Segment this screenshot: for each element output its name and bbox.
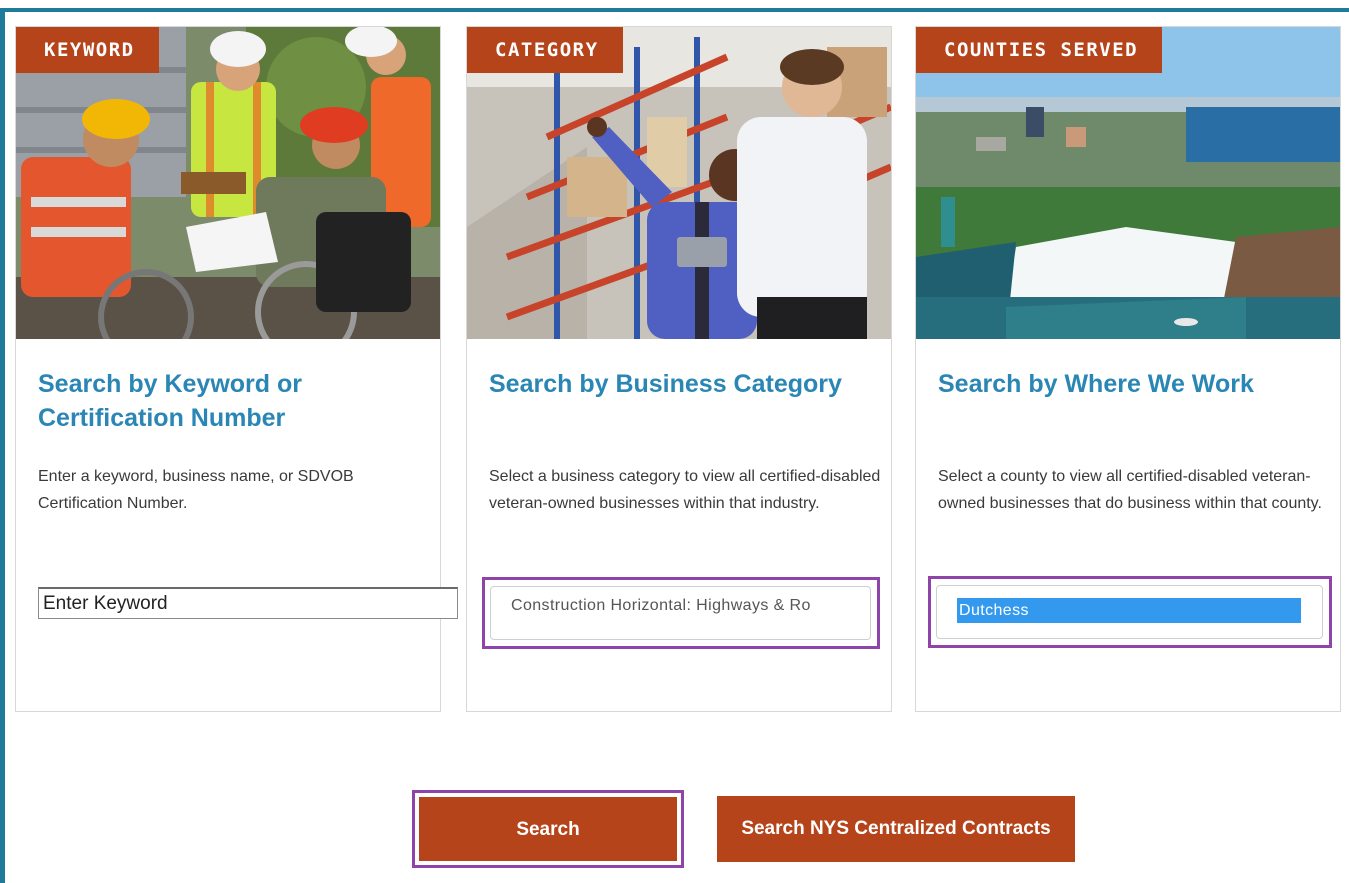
keyword-card-description: Enter a keyword, business name, or SDVOB… [38, 468, 354, 512]
counties-tag: COUNTIES SERVED [916, 27, 1163, 73]
keyword-search-input[interactable] [38, 587, 458, 619]
waterfall-image [916, 27, 1340, 339]
keyword-card-title: Search by Keyword or Certification Numbe… [38, 370, 302, 432]
counties-card-title: Search by Where We Work [938, 370, 1254, 398]
warehouse-image [467, 27, 891, 339]
counties-card: COUNTIES SERVED Search by Where We Work … [915, 26, 1341, 712]
category-card-description: Select a business category to view all c… [489, 468, 881, 512]
category-card: CATEGORY Search by Business Category Sel… [466, 26, 892, 712]
county-select[interactable]: Dutchess [936, 585, 1323, 639]
keyword-tag: KEYWORD [16, 27, 159, 73]
construction-workers-image [16, 27, 440, 339]
keyword-card: KEYWORD Search by Keyword or Certificati… [15, 26, 458, 712]
search-button[interactable]: Search [419, 797, 677, 861]
category-select[interactable]: Construction Horizontal: Highways & Ro [490, 586, 871, 640]
search-button-highlight: Search [412, 790, 684, 868]
county-select-highlight: Dutchess [928, 576, 1332, 648]
frame-top-border [0, 8, 1349, 12]
county-selected-option[interactable]: Dutchess [957, 598, 1301, 623]
category-card-title: Search by Business Category [489, 370, 842, 398]
search-centralized-contracts-button[interactable]: Search NYS Centralized Contracts [717, 796, 1075, 862]
frame-left-border [0, 8, 5, 883]
category-tag: CATEGORY [467, 27, 623, 73]
counties-card-description: Select a county to view all certified-di… [938, 468, 1322, 512]
category-select-highlight: Construction Horizontal: Highways & Ro [482, 577, 880, 649]
